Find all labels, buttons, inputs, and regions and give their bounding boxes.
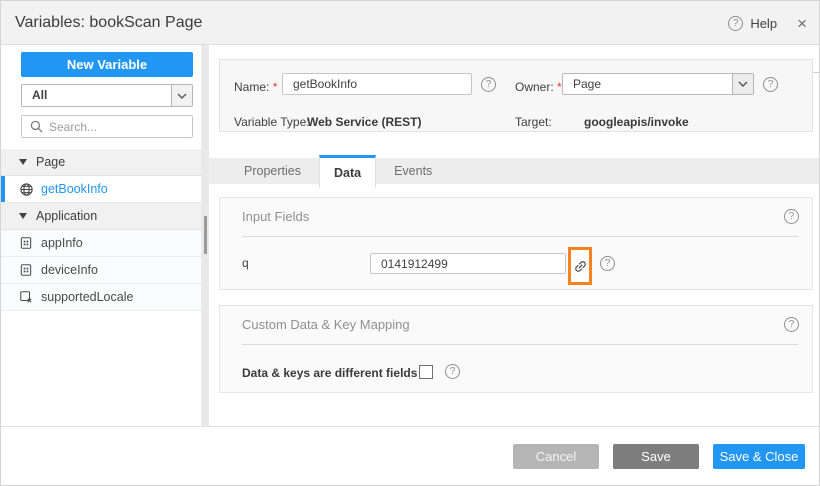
owner-label: Owner: *: [515, 80, 562, 94]
custom-mapping-section: Custom Data & Key Mapping Data & keys ar…: [219, 305, 813, 393]
owner-dropdown[interactable]: Page: [562, 73, 754, 95]
collapse-triangle-icon[interactable]: [19, 213, 27, 219]
name-help-icon[interactable]: [481, 77, 496, 92]
tree-category-label: Application: [36, 209, 98, 223]
tree-item-label: appInfo: [41, 236, 83, 250]
variable-type-label: Variable Type:: [234, 115, 310, 129]
detail-tabbar: Properties Data Events: [209, 155, 819, 188]
input-fields-section: Input Fields q: [219, 197, 813, 290]
filter-dropdown-value: All: [32, 88, 48, 102]
dialog-footer: Cancel Save Save & Close: [1, 426, 819, 485]
variables-dialog: Variables: bookScan Page Help × New Vari…: [0, 0, 820, 486]
map-data-button[interactable]: [568, 247, 592, 285]
different-fields-label: Data & keys are different fields: [242, 366, 418, 380]
device-icon: [19, 263, 34, 278]
tree-item-label: getBookInfo: [41, 182, 108, 196]
variable-type-value: Web Service (REST): [307, 115, 422, 129]
tab-data[interactable]: Data: [318, 155, 377, 188]
different-fields-help-icon[interactable]: [445, 364, 460, 379]
tree-category-application[interactable]: Application: [1, 203, 201, 230]
tree-item-appinfo[interactable]: appInfo: [1, 230, 201, 257]
required-asterisk: *: [272, 80, 278, 94]
name-field[interactable]: [282, 73, 472, 95]
search-icon: [30, 120, 43, 133]
help-link[interactable]: Help: [750, 16, 777, 31]
save-close-button[interactable]: Save & Close: [713, 443, 805, 469]
help-icon[interactable]: [728, 15, 744, 31]
section-title: Custom Data & Key Mapping: [242, 317, 410, 332]
section-title: Input Fields: [242, 209, 310, 224]
search-input[interactable]: [49, 119, 184, 134]
name-label: Name: *: [234, 80, 278, 94]
owner-dropdown-value: Page: [573, 77, 602, 91]
custom-mapping-help-icon[interactable]: [784, 317, 799, 332]
target-value: googleapis/invoke: [584, 115, 689, 129]
sidebar-scrollbar-track[interactable]: [201, 45, 209, 428]
q-field-label: q: [242, 256, 249, 270]
section-divider: [242, 344, 798, 345]
locale-icon: [19, 290, 34, 305]
device-icon: [19, 236, 34, 251]
chevron-down-icon[interactable]: [732, 74, 753, 94]
tab-events[interactable]: Events: [376, 158, 450, 184]
q-field-help-icon[interactable]: [600, 256, 615, 271]
tree-item-deviceinfo[interactable]: deviceInfo: [1, 257, 201, 284]
different-fields-checkbox[interactable]: [419, 365, 433, 379]
q-field-input[interactable]: [370, 253, 566, 274]
cancel-button[interactable]: Cancel: [513, 443, 599, 469]
new-variable-button[interactable]: New Variable: [21, 52, 193, 77]
filter-dropdown[interactable]: All: [21, 84, 193, 107]
tree-item-label: supportedLocale: [41, 290, 134, 304]
tree-category-page[interactable]: Page: [1, 149, 201, 176]
tree-item-getbookinfo[interactable]: getBookInfo: [1, 176, 201, 203]
page-title: Variables: bookScan Page: [15, 14, 203, 31]
collapse-triangle-icon[interactable]: [19, 159, 27, 165]
tree-category-label: Page: [36, 155, 66, 169]
sidebar-scrollbar-thumb[interactable]: [204, 216, 207, 254]
owner-help-icon[interactable]: [763, 77, 778, 92]
tree-item-label: deviceInfo: [41, 263, 98, 277]
variable-summary-panel: Name: * Owner: * Page Variable Type: Web…: [219, 59, 813, 132]
variable-detail-pane: Name: * Owner: * Page Variable Type: Web…: [209, 45, 819, 428]
variables-sidebar: New Variable All Page getBookInfo: [1, 45, 201, 428]
dialog-header: Variables: bookScan Page Help ×: [1, 1, 819, 45]
tab-properties[interactable]: Properties: [226, 158, 319, 184]
close-icon[interactable]: ×: [797, 15, 807, 32]
required-asterisk: *: [557, 80, 562, 94]
input-fields-help-icon[interactable]: [784, 209, 799, 224]
web-service-icon: [19, 182, 34, 197]
section-divider: [242, 236, 798, 237]
search-box: [21, 115, 193, 138]
tree-item-supportedlocale[interactable]: supportedLocale: [1, 284, 201, 311]
save-button[interactable]: Save: [613, 443, 699, 469]
target-label: Target:: [515, 115, 552, 129]
chevron-down-icon[interactable]: [171, 85, 192, 106]
link-icon: [573, 259, 588, 274]
variables-tree: Page getBookInfo Application appInfo dev…: [1, 149, 201, 311]
